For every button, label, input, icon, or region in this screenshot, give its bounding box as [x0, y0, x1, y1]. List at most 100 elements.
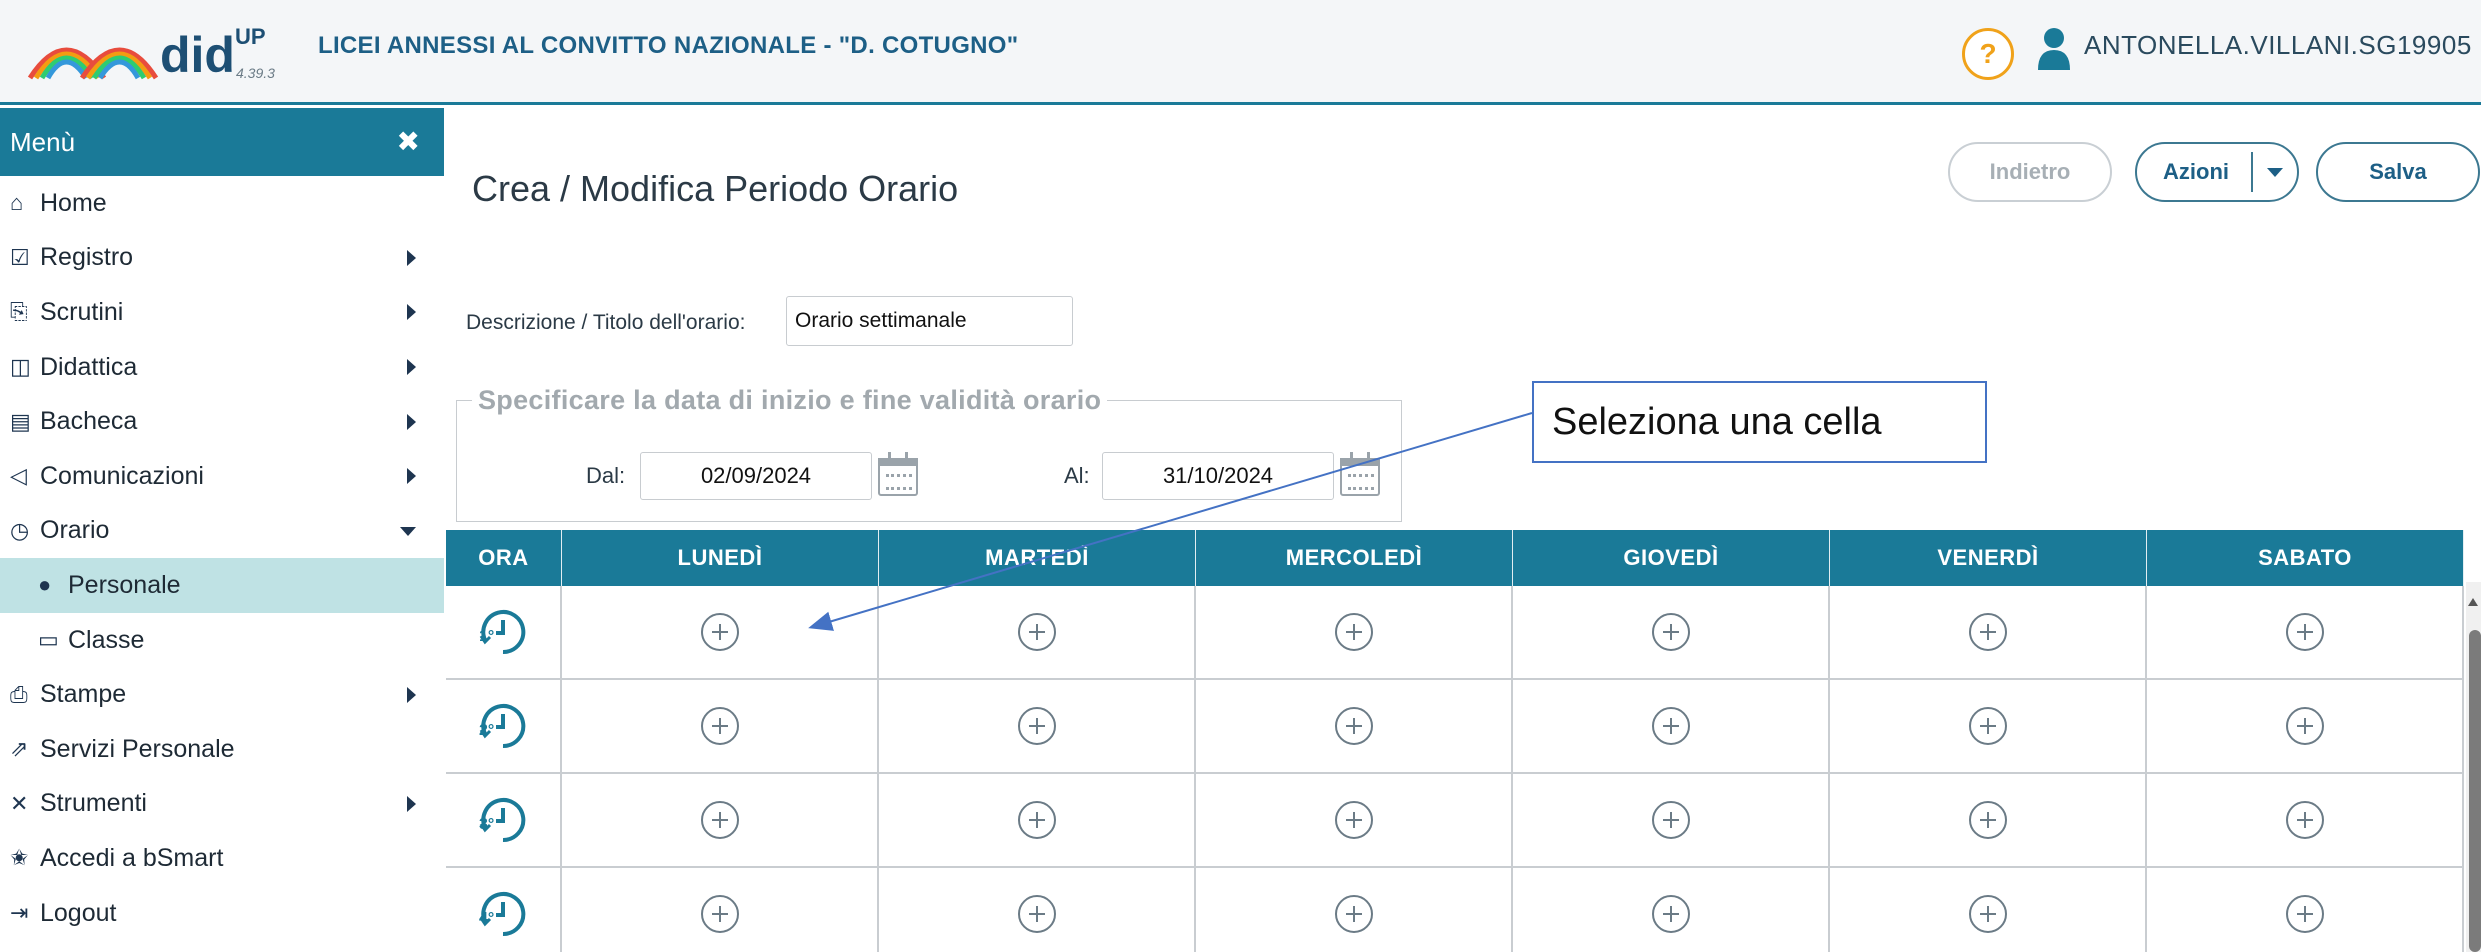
hour-number: 4°: [479, 910, 495, 927]
calendar-icon[interactable]: [1340, 452, 1380, 496]
add-circle-icon[interactable]: [1651, 613, 1690, 651]
sidebar-item-label: Servizi Personale: [40, 734, 235, 763]
slot-cell-sabato[interactable]: [2147, 586, 2464, 678]
sidebar-item-orario[interactable]: ◷ Orario: [0, 504, 444, 559]
slot-cell-sabato[interactable]: [2147, 774, 2464, 866]
bulletin-icon: ▤: [10, 408, 31, 434]
add-circle-icon[interactable]: [1968, 801, 2007, 839]
scroll-thumb[interactable]: [2469, 630, 2481, 952]
slot-cell-lunedi[interactable]: [562, 586, 879, 678]
chevron-down-icon[interactable]: [2267, 168, 2283, 177]
description-label: Descrizione / Titolo dell'orario:: [466, 311, 746, 334]
add-circle-icon[interactable]: [1017, 707, 1056, 745]
slot-cell-lunedi[interactable]: [562, 680, 879, 772]
add-circle-icon[interactable]: [700, 895, 739, 933]
slot-cell-lunedi[interactable]: [562, 774, 879, 866]
sidebar-item-servizi-personale[interactable]: ⇗ Servizi Personale: [0, 722, 444, 777]
slot-cell-martedi[interactable]: [879, 868, 1196, 952]
to-label: Al:: [1064, 463, 1090, 488]
slot-cell-mercoledi[interactable]: [1196, 680, 1513, 772]
sidebar-item-logout[interactable]: ⇥ Logout: [0, 886, 444, 941]
slot-cell-martedi[interactable]: [879, 774, 1196, 866]
close-icon[interactable]: ✖: [397, 108, 420, 176]
hour-clock-icon: 4°: [477, 888, 529, 940]
slot-cell-lunedi[interactable]: [562, 868, 879, 952]
slot-cell-venerdi[interactable]: [1830, 868, 2147, 952]
chevron-down-icon: [400, 526, 416, 536]
logo-sup: UP: [235, 24, 266, 49]
sidebar-item-label: Bacheca: [40, 407, 138, 436]
add-circle-icon[interactable]: [2285, 801, 2324, 839]
add-circle-icon[interactable]: [700, 613, 739, 651]
slot-cell-venerdi[interactable]: [1830, 774, 2147, 866]
user-name[interactable]: ANTONELLA.VILLANI.SG19905: [2084, 30, 2472, 61]
slot-cell-mercoledi[interactable]: [1196, 774, 1513, 866]
add-circle-icon[interactable]: [2285, 707, 2324, 745]
save-button[interactable]: Salva: [2316, 142, 2480, 202]
slot-cell-venerdi[interactable]: [1830, 586, 2147, 678]
slot-cell-sabato[interactable]: [2147, 680, 2464, 772]
help-button[interactable]: ?: [1962, 28, 2014, 80]
add-circle-icon[interactable]: [1651, 801, 1690, 839]
sidebar-item-classe[interactable]: ▭ Classe: [0, 613, 444, 668]
slot-cell-giovedi[interactable]: [1513, 868, 1830, 952]
star-icon: ✬: [10, 845, 29, 871]
slot-cell-giovedi[interactable]: [1513, 680, 1830, 772]
add-circle-icon[interactable]: [1651, 895, 1690, 933]
tools-icon: ✕: [10, 790, 29, 816]
slot-cell-giovedi[interactable]: [1513, 586, 1830, 678]
slot-cell-sabato[interactable]: [2147, 868, 2464, 952]
calendar-check-icon: ☑: [10, 244, 30, 270]
page-title: Crea / Modifica Periodo Orario: [472, 168, 959, 209]
sidebar-item-strumenti[interactable]: ✕ Strumenti: [0, 777, 444, 832]
slot-cell-martedi[interactable]: [879, 680, 1196, 772]
description-input[interactable]: Orario settimanale: [786, 296, 1073, 346]
add-circle-icon[interactable]: [700, 801, 739, 839]
sidebar-item-scrutini[interactable]: ⎘ Scrutini: [0, 285, 444, 340]
sidebar-item-bacheca[interactable]: ▤ Bacheca: [0, 394, 444, 449]
from-date-input[interactable]: 02/09/2024: [640, 452, 872, 500]
slot-cell-mercoledi[interactable]: [1196, 586, 1513, 678]
sidebar-item-personale[interactable]: ● Personale: [0, 558, 444, 613]
add-circle-icon[interactable]: [2285, 613, 2324, 651]
slot-cell-giovedi[interactable]: [1513, 774, 1830, 866]
actions-label: Azioni: [2163, 159, 2229, 184]
app-version: 4.39.3: [236, 65, 275, 81]
sidebar-item-stampe[interactable]: ⎙ Stampe: [0, 667, 444, 722]
add-circle-icon[interactable]: [1968, 895, 2007, 933]
sidebar-item-home[interactable]: ⌂ Home: [0, 176, 444, 231]
slot-cell-martedi[interactable]: [879, 586, 1196, 678]
add-circle-icon[interactable]: [700, 707, 739, 745]
add-circle-icon[interactable]: [1651, 707, 1690, 745]
sidebar-item-comunicazioni[interactable]: ◁ Comunicazioni: [0, 449, 444, 504]
add-circle-icon[interactable]: [1334, 707, 1373, 745]
scroll-up-icon[interactable]: [2468, 598, 2478, 606]
sidebar-item-registro[interactable]: ☑ Registro: [0, 231, 444, 286]
add-circle-icon[interactable]: [1968, 707, 2007, 745]
actions-button[interactable]: Azioni: [2135, 142, 2299, 202]
add-circle-icon[interactable]: [1334, 895, 1373, 933]
back-button[interactable]: Indietro: [1948, 142, 2112, 202]
add-circle-icon[interactable]: [1017, 613, 1056, 651]
add-circle-icon[interactable]: [1017, 801, 1056, 839]
chevron-right-icon: [407, 359, 416, 376]
add-circle-icon[interactable]: [1017, 895, 1056, 933]
sidebar-item-label: Didattica: [40, 352, 138, 381]
add-circle-icon[interactable]: [2285, 895, 2324, 933]
slot-cell-venerdi[interactable]: [1830, 680, 2147, 772]
callout-select-cell: Seleziona una cella: [1532, 381, 1987, 463]
header-giovedi: GIOVEDÌ: [1513, 530, 1830, 586]
user-icon: [2038, 28, 2070, 70]
from-label: Dal:: [586, 463, 626, 488]
add-circle-icon[interactable]: [1968, 613, 2007, 651]
slot-cell-mercoledi[interactable]: [1196, 868, 1513, 952]
sidebar-item-label: Home: [40, 188, 107, 217]
calendar-icon[interactable]: [878, 452, 918, 496]
to-date-input[interactable]: 31/10/2024: [1102, 452, 1334, 500]
sidebar-item-didattica[interactable]: ◫ Didattica: [0, 340, 444, 395]
add-circle-icon[interactable]: [1334, 801, 1373, 839]
sidebar-item-label: Classe: [68, 625, 145, 654]
logo-text: did: [160, 27, 235, 83]
add-circle-icon[interactable]: [1334, 613, 1373, 651]
sidebar-item-bsmart[interactable]: ✬ Accedi a bSmart: [0, 831, 444, 886]
